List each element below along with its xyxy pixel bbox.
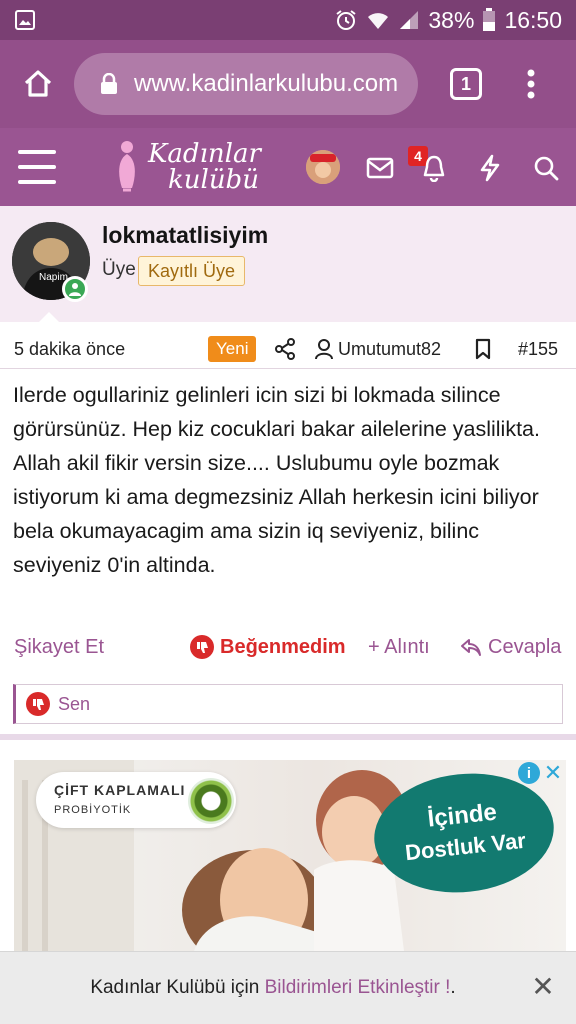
messages-button[interactable] xyxy=(364,152,396,184)
envelope-icon xyxy=(366,157,394,179)
site-header: Kadınlar kulübü 4 xyxy=(0,128,576,206)
ad-line1: ÇİFT KAPLAMALI xyxy=(54,782,186,798)
post-actions: Şikayet Et Beğenmedim + Alıntı Cevapla xyxy=(0,630,576,664)
ad-product-pill: ÇİFT KAPLAMALI PROBİYOTİK xyxy=(36,772,236,828)
logo-line2: kulübü xyxy=(168,165,259,195)
new-badge: Yeni xyxy=(208,336,257,362)
reaction-by: Sen xyxy=(58,693,91,714)
online-status-icon xyxy=(62,276,88,302)
report-button[interactable]: Şikayet Et xyxy=(14,630,104,664)
reply-icon xyxy=(461,639,481,656)
lock-icon xyxy=(101,73,117,94)
wifi-icon xyxy=(366,9,390,31)
notifications-button[interactable] xyxy=(418,152,450,184)
tab-switcher-button[interactable]: 1 xyxy=(450,68,482,100)
url-text: www.kadinlarkulubu.com xyxy=(134,70,399,97)
home-button[interactable] xyxy=(0,40,76,128)
search-button[interactable] xyxy=(530,152,562,184)
bookmark-button[interactable] xyxy=(474,334,492,364)
post-author-header: Napim lokmatatlisiyim Üye Kayıtlı Üye xyxy=(0,206,576,323)
enable-notifications-link[interactable]: Bildirimleri Etkinleştir ! xyxy=(265,977,451,998)
post-number-link[interactable]: #155 xyxy=(518,334,558,364)
site-logo[interactable]: Kadınlar kulübü xyxy=(112,136,282,198)
user-icon xyxy=(315,339,333,360)
ad-line2: PROBİYOTİK xyxy=(54,804,132,816)
share-icon xyxy=(275,338,295,360)
notify-message: Kadınlar Kulübü için Bildirimleri Etkinl… xyxy=(90,977,455,999)
quote-button[interactable]: + Alıntı xyxy=(368,630,430,664)
reply-button[interactable]: Cevapla xyxy=(460,630,561,664)
reply-label: Cevapla xyxy=(488,635,562,658)
quoted-user-link[interactable]: Umutumut82 xyxy=(314,334,441,364)
address-bar[interactable]: www.kadinlarkulubu.com xyxy=(74,53,418,115)
username-link[interactable]: lokmatatlisiyim xyxy=(102,222,268,249)
ad-banner[interactable]: ÇİFT KAPLAMALI PROBİYOTİK İçinde Dostluk… xyxy=(14,760,566,951)
post-time[interactable]: 5 dakika önce xyxy=(14,334,125,364)
dislike-button[interactable]: Beğenmedim xyxy=(190,630,346,664)
notify-suffix: . xyxy=(450,977,456,998)
battery-icon xyxy=(482,8,496,32)
quoted-user-name: Umutumut82 xyxy=(338,338,442,359)
bookmark-icon xyxy=(475,338,491,360)
divider xyxy=(0,368,576,369)
more-vert-icon xyxy=(527,69,535,99)
post-message: Ilerde ogullariniz gelinleri icin sizi b… xyxy=(13,378,565,582)
ad-info-icon[interactable]: i xyxy=(518,762,540,784)
post-body: 5 dakika önce Yeni Umutumut82 #155 Ilerd… xyxy=(0,322,576,734)
bell-icon xyxy=(423,155,445,182)
status-bar: 38% 16:50 xyxy=(0,0,576,40)
dislike-label: Beğenmedim xyxy=(220,635,346,658)
close-icon[interactable]: ✕ xyxy=(528,972,558,1002)
user-role: Üye xyxy=(102,259,136,280)
gallery-notification-icon xyxy=(14,9,36,31)
notify-text: Kadınlar Kulübü için xyxy=(90,977,260,998)
logo-figure-icon xyxy=(119,141,135,192)
whats-new-button[interactable] xyxy=(474,152,506,184)
role-badge: Kayıtlı Üye xyxy=(138,256,246,286)
enable-notifications-bar: Kadınlar Kulübü için Bildirimleri Etkinl… xyxy=(0,951,576,1024)
battery-percentage: 38% xyxy=(428,6,475,33)
ad-container: ÇİFT KAPLAMALI PROBİYOTİK İçinde Dostluk… xyxy=(0,740,576,951)
search-icon xyxy=(534,156,559,181)
message-paragraph: Allah akil fikir versin size.... Uslubum… xyxy=(13,451,539,577)
signal-icon xyxy=(398,9,420,31)
hamburger-menu-button[interactable] xyxy=(18,150,56,184)
message-paragraph: Ilerde ogullariniz gelinleri icin sizi b… xyxy=(13,383,540,441)
account-avatar[interactable] xyxy=(306,150,340,184)
reactions-list[interactable]: Sen xyxy=(13,684,563,724)
thumbs-down-icon xyxy=(190,635,214,659)
clock: 16:50 xyxy=(504,6,562,33)
browser-menu-button[interactable] xyxy=(516,64,546,104)
home-icon xyxy=(24,70,52,97)
share-button[interactable] xyxy=(274,334,296,364)
browser-toolbar: www.kadinlarkulubu.com 1 xyxy=(0,40,576,128)
logo-line1: Kadınlar xyxy=(148,139,261,169)
alarm-icon xyxy=(334,8,358,32)
thumbs-down-icon xyxy=(26,692,50,716)
product-logo-icon xyxy=(188,778,234,824)
post-meta-row: 5 dakika önce Yeni Umutumut82 #155 xyxy=(0,334,576,364)
ad-close-icon[interactable]: ✕ xyxy=(542,762,564,784)
lightning-icon xyxy=(480,154,500,182)
